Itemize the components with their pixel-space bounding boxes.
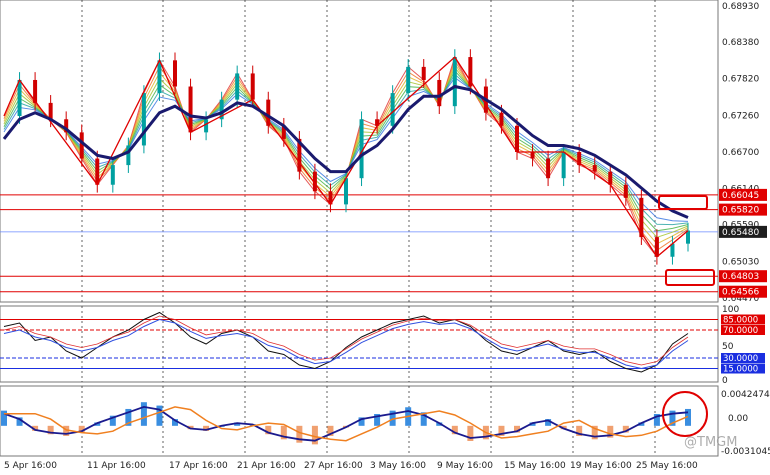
candle-body bbox=[623, 184, 628, 198]
price-tick: 0.67820 bbox=[722, 75, 759, 85]
watermark: @TMGM bbox=[684, 435, 737, 450]
candle-body bbox=[515, 125, 519, 152]
macd-histogram-bar bbox=[1, 410, 7, 426]
candle-body bbox=[204, 119, 209, 133]
price-tick: 0.65030 bbox=[722, 257, 759, 267]
price-tick: 0.68380 bbox=[722, 38, 759, 48]
candle-body bbox=[530, 152, 535, 159]
time-label: 19 May 16:00 bbox=[570, 461, 632, 471]
candle-body bbox=[79, 132, 84, 159]
price-level-value: 0.64566 bbox=[722, 288, 759, 298]
candle-body bbox=[17, 79, 22, 116]
candle-body bbox=[499, 112, 504, 126]
time-label: 17 Apr 16:00 bbox=[169, 461, 228, 471]
macd-top-label: 0.0042474 bbox=[721, 390, 770, 400]
time-label: 25 May 16:00 bbox=[636, 461, 698, 471]
candle-body bbox=[157, 60, 162, 94]
candle-body bbox=[188, 86, 193, 133]
candle-body bbox=[235, 73, 240, 100]
candle-body bbox=[110, 165, 115, 185]
price-tick: 0.66700 bbox=[722, 148, 759, 158]
time-axis: 5 Apr 16:00 11 Apr 16:00 17 Apr 16:00 21 Ap… bbox=[4, 461, 698, 471]
stoch-tick-0: 0 bbox=[722, 376, 728, 386]
candle-body bbox=[592, 165, 597, 172]
price-tick: 0.68930 bbox=[722, 2, 759, 12]
candle-body bbox=[344, 178, 348, 205]
candle-body bbox=[48, 102, 53, 120]
price-level-value: 0.66045 bbox=[722, 191, 759, 201]
candle-body bbox=[452, 57, 457, 107]
stochastic-level-value: 70.0000 bbox=[723, 326, 758, 336]
candle-body bbox=[561, 152, 566, 179]
stoch-tick-50: 50 bbox=[722, 342, 734, 352]
candle-body bbox=[141, 93, 146, 146]
candle-body bbox=[406, 66, 411, 94]
candle-body bbox=[173, 60, 177, 87]
stochastic-level-value: 15.0000 bbox=[723, 365, 758, 375]
candle-body bbox=[608, 171, 613, 185]
price-level-value: 0.65820 bbox=[722, 206, 759, 216]
time-label: 9 May 16:00 bbox=[437, 461, 493, 471]
time-label: 21 Apr 16:00 bbox=[237, 461, 296, 471]
stoch-tick-100: 100 bbox=[722, 305, 739, 315]
candle-body bbox=[421, 66, 426, 80]
candle-body bbox=[390, 93, 395, 126]
price-tick: 0.67260 bbox=[722, 111, 759, 121]
time-label: 27 Apr 16:00 bbox=[304, 461, 363, 471]
time-label: 11 Apr 16:00 bbox=[87, 461, 146, 471]
price-axis: 0.689300.683800.678200.672600.667000.661… bbox=[722, 2, 759, 304]
stochastic-level-value: 85.0000 bbox=[723, 316, 758, 326]
candle-body bbox=[250, 73, 255, 100]
macd-zero-label: 0.00 bbox=[728, 414, 748, 424]
time-label: 15 May 16:00 bbox=[504, 461, 566, 471]
time-label: 5 Apr 16:00 bbox=[4, 461, 57, 471]
stochastic-level-value: 30.0000 bbox=[723, 354, 758, 364]
price-level-value: 0.64803 bbox=[722, 272, 759, 282]
candle-body bbox=[546, 158, 551, 179]
trading-chart[interactable]: 0.689300.683800.678200.672600.667000.661… bbox=[0, 0, 770, 475]
candle-body bbox=[437, 79, 442, 107]
price-panel[interactable] bbox=[0, 0, 719, 303]
macd-histogram-bar bbox=[140, 402, 147, 426]
time-label: 3 May 16:00 bbox=[370, 461, 426, 471]
current-price-value: 0.65480 bbox=[722, 228, 759, 238]
